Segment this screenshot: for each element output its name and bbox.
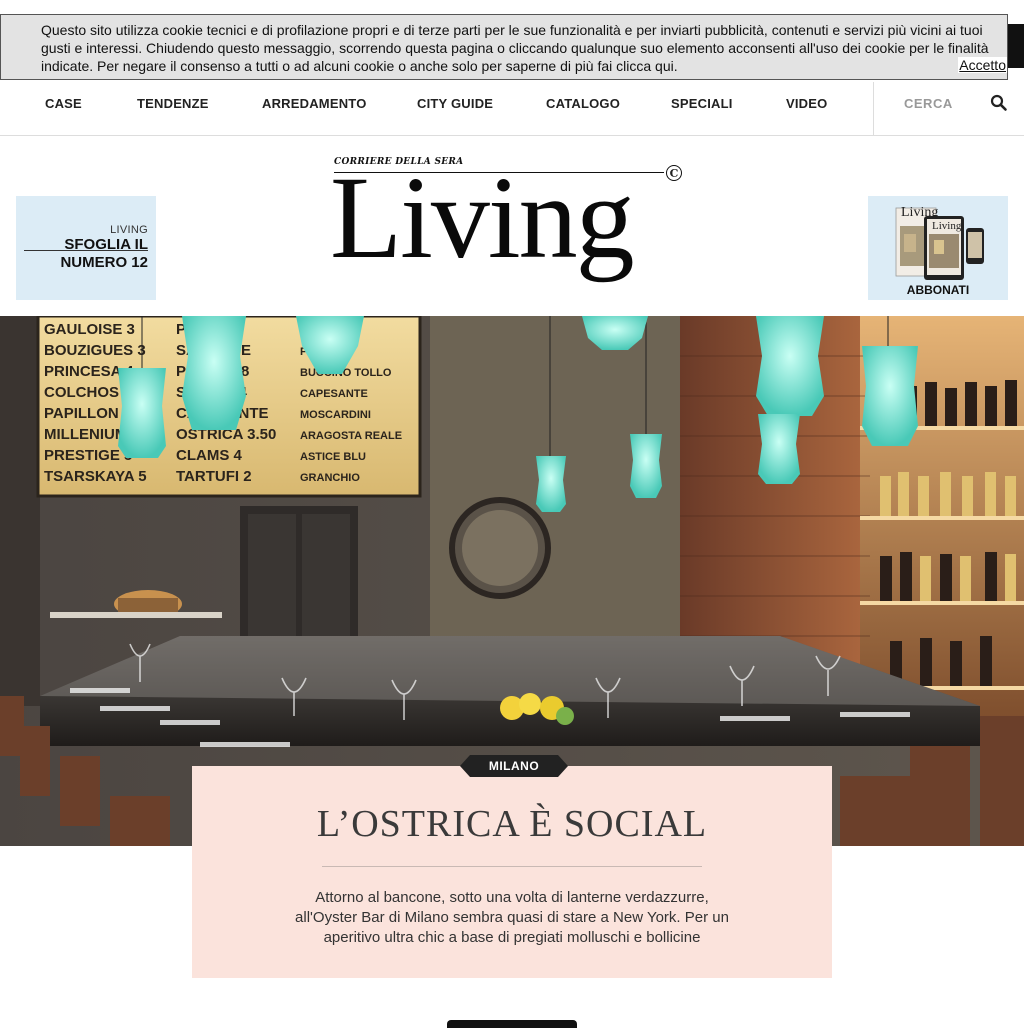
cookie-banner: Questo sito utilizza cookie tecnici e di… xyxy=(0,14,1008,80)
menu-board-line: TSARSKAYA 5 xyxy=(44,468,147,485)
promo-brand: LIVING xyxy=(110,224,148,236)
cookie-side-tab xyxy=(1008,24,1024,68)
category-tag-label: MILANO xyxy=(488,759,540,773)
promo-sfoglia-numero[interactable]: LIVING SFOGLIA IL NUMERO 12 xyxy=(16,196,156,300)
title-divider xyxy=(322,866,702,867)
promo-abbonati-label: ABBONATI xyxy=(906,283,970,297)
menu-board-line: MOSCARDINI xyxy=(300,409,371,421)
article-summary: Attorno al bancone, sotto una volta di l… xyxy=(295,889,729,946)
nav-item-tendenze[interactable]: TENDENZE xyxy=(137,96,209,111)
menu-board-line: CLAMS 4 xyxy=(176,447,242,464)
next-button-stub[interactable] xyxy=(447,1020,577,1028)
promo-rule xyxy=(24,250,148,251)
magazine-cover-title: Living xyxy=(901,205,939,220)
cookie-text: Questo sito utilizza cookie tecnici e di… xyxy=(41,22,989,74)
promo-line-2: NUMERO 12 xyxy=(60,254,148,271)
menu-board-line: ARAGOSTA REALE xyxy=(300,430,402,442)
logo-wordmark: Living xyxy=(330,152,635,283)
menu-board-line: CAPESANTE xyxy=(300,388,368,400)
nav-item-city-guide[interactable]: CITY GUIDE xyxy=(417,96,493,111)
menu-board-line: PRESTIGE 5 xyxy=(44,447,132,464)
menu-board-line: BUCCINO TOLLO xyxy=(300,367,392,379)
article-title[interactable]: L’OSTRICA È SOCIAL xyxy=(192,802,832,846)
menu-board-line: BOUZIGUES 3 xyxy=(44,342,146,359)
cookie-accept-button[interactable]: Accetto xyxy=(958,57,1007,73)
nav-item-speciali[interactable]: SPECIALI xyxy=(671,96,733,111)
nav-divider xyxy=(873,82,874,136)
main-nav: CASE TENDENZE ARREDAMENTO CITY GUIDE CAT… xyxy=(0,82,1024,136)
menu-board-line: PAPILLON 2 xyxy=(44,405,131,422)
menu-board-line: GAULOISE 3 xyxy=(44,321,135,338)
nav-item-case[interactable]: CASE xyxy=(45,96,82,111)
tablet-cover-title: Living xyxy=(932,220,962,232)
nav-item-catalogo[interactable]: CATALOGO xyxy=(546,96,620,111)
nav-item-arredamento[interactable]: ARREDAMENTO xyxy=(262,96,367,111)
category-tag[interactable]: MILANO xyxy=(460,755,568,777)
article-card[interactable]: L’OSTRICA È SOCIAL Attorno al bancone, s… xyxy=(192,766,832,978)
menu-board-line: COLCHOS 4 xyxy=(44,384,132,401)
promo-abbonati[interactable]: Living Living ABBONATI xyxy=(868,196,1008,300)
magnifier-icon[interactable] xyxy=(990,94,1008,112)
search-input[interactable]: CERCA xyxy=(904,96,953,111)
menu-board-line: GRANCHIO xyxy=(300,472,360,484)
menu-board-line: ASTICE BLU xyxy=(300,451,366,463)
copyright-badge-icon: C xyxy=(666,165,682,181)
nav-item-video[interactable]: VIDEO xyxy=(786,96,827,111)
menu-board-line: TARTUFI 2 xyxy=(176,468,252,485)
